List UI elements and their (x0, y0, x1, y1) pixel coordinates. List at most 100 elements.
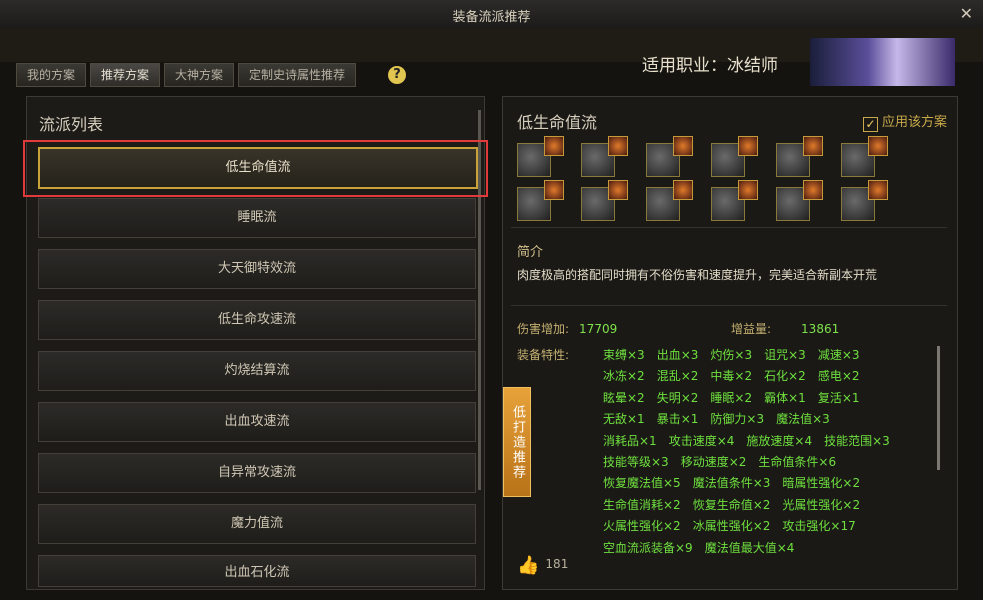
trait: 火属性强化×2 (603, 519, 681, 534)
tab-custom-epic[interactable]: 定制史诗属性推荐 (238, 63, 357, 87)
equipment-slot[interactable] (517, 136, 564, 177)
trait: 冰属性强化×2 (692, 519, 771, 534)
intro-text: 肉度极高的搭配同时拥有不俗伤害和速度提升，完美适合新副本开荒 (517, 268, 878, 282)
tab-recommended[interactable]: 推荐方案 (90, 63, 161, 87)
trait: 束缚×3 (603, 348, 645, 362)
equipment-slot[interactable] (581, 136, 628, 177)
apply-plan-toggle[interactable]: ✓ 应用该方案 (862, 111, 947, 132)
trait: 暗属性强化×2 (782, 476, 861, 491)
equipment-sub-icon (868, 180, 888, 200)
divider (511, 305, 947, 306)
trait: 生命值消耗×2 (603, 497, 681, 512)
equipment-slot[interactable] (711, 136, 758, 177)
character-portrait (810, 38, 955, 86)
build-item[interactable]: 睡眠流 (38, 198, 476, 238)
thumbs-up-icon[interactable]: 👍 (517, 555, 539, 576)
trait: 灼伤×3 (710, 348, 753, 362)
trait: 消耗品×1 (603, 433, 657, 448)
equipment-sub-icon (608, 180, 628, 200)
equipment-slot[interactable] (776, 180, 823, 221)
build-item[interactable]: 自异常攻速流 (38, 453, 476, 493)
selection-highlight (23, 140, 488, 197)
likes[interactable]: 👍 181 (517, 555, 568, 576)
trait: 失明×2 (656, 390, 699, 405)
trait: 魔法值最大值×4 (704, 540, 795, 555)
traits-row: 空血流派装备×9 魔法值最大值×4 (603, 538, 943, 559)
equipment-sub-icon (544, 180, 564, 200)
traits-row: 消耗品×1 攻击速度×4 施放速度×4 技能范围×3 (603, 431, 943, 452)
trait: 石化×2 (764, 369, 806, 384)
equipment-sub-icon (673, 180, 693, 200)
gain-label: 增益量: (731, 322, 772, 336)
equipment-sub-icon (868, 136, 888, 156)
trait: 睡眠×2 (710, 390, 753, 405)
equipment-sub-icon (544, 136, 564, 156)
trait: 诅咒×3 (764, 348, 806, 362)
build-item[interactable]: 魔力值流 (38, 504, 476, 544)
trait: 冰冻×2 (603, 369, 645, 384)
build-title: 低生命值流 (517, 113, 598, 132)
traits-row: 生命值消耗×2 恢复生命值×2 光属性强化×2 (603, 495, 943, 516)
trait: 空血流派装备×9 (603, 540, 693, 555)
traits-row: 束缚×3 出血×3 灼伤×3 诅咒×3 减速×3 (603, 345, 943, 366)
trait: 暴击×1 (656, 412, 699, 427)
window-title: 装备流派推荐 (452, 10, 531, 25)
trait: 混乱×2 (656, 369, 699, 384)
build-item[interactable]: 低生命攻速流 (38, 300, 476, 340)
equipment-slot[interactable] (776, 136, 823, 177)
gain-stat: 增益量: 13861 (731, 320, 839, 337)
trait: 攻击强化×17 (782, 519, 856, 534)
equipment-slot[interactable] (841, 180, 888, 221)
apply-plan-label: 应用该方案 (881, 115, 947, 130)
build-item[interactable]: 灼烧结算流 (38, 351, 476, 391)
job-label: 适用职业：冰结师 (642, 56, 778, 76)
intro-heading: 简介 (517, 245, 544, 260)
damage-stat: 伤害增加: 17709 (517, 320, 617, 337)
trait: 生命值条件×6 (758, 455, 837, 470)
equipment-sub-icon (803, 180, 823, 200)
trait: 技能等级×3 (603, 455, 669, 470)
traits-label: 装备特性: (517, 348, 570, 362)
traits-row: 技能等级×3 移动速度×2 生命值条件×6 (603, 452, 943, 473)
traits-scrollbar[interactable] (937, 346, 940, 470)
trait: 技能范围×3 (824, 433, 890, 448)
trait: 减速×3 (817, 348, 860, 362)
build-item[interactable]: 出血攻速流 (38, 402, 476, 442)
trait: 感电×2 (817, 369, 860, 384)
build-detail-panel: 低生命值流 ✓ 应用该方案 简介 肉度极高的搭配同时拥有不俗伤害和速度提升，完美适… (502, 96, 958, 590)
equipment-slot[interactable] (646, 136, 693, 177)
equipment-sub-icon (738, 180, 758, 200)
trait: 魔法值条件×3 (692, 476, 771, 491)
equipment-sub-icon (673, 136, 693, 156)
equipment-slot[interactable] (841, 136, 888, 177)
trait: 魔法值×3 (776, 412, 830, 427)
build-item[interactable]: 出血石化流 (38, 555, 476, 587)
trait: 出血×3 (656, 348, 699, 362)
gain-value: 13861 (801, 322, 840, 336)
trait: 复活×1 (817, 390, 860, 405)
trait: 施放速度×4 (746, 433, 813, 448)
trait: 恢复生命值×2 (692, 497, 771, 512)
trait: 无敌×1 (603, 412, 645, 427)
traits-row: 火属性强化×2 冰属性强化×2 攻击强化×17 (603, 516, 943, 537)
trait: 移动速度×2 (680, 455, 747, 470)
equipment-sub-icon (608, 136, 628, 156)
traits-row: 恢复魔法值×5 魔法值条件×3 暗属性强化×2 (603, 473, 943, 494)
equipment-slot[interactable] (581, 180, 628, 221)
equipment-slot[interactable] (711, 180, 758, 221)
traits-row: 冰冻×2 混乱×2 中毒×2 石化×2 感电×2 (603, 366, 943, 387)
help-icon[interactable]: ? (388, 66, 406, 84)
equipment-slot[interactable] (517, 180, 564, 221)
trait: 中毒×2 (710, 369, 753, 384)
trait: 光属性强化×2 (782, 497, 861, 512)
trait: 眩晕×2 (603, 390, 645, 405)
traits-list: 束缚×3 出血×3 灼伤×3 诅咒×3 减速×3 冰冻×2 混乱×2 中毒×2 石化×2 感电×… (603, 345, 943, 559)
equipment-sub-icon (738, 136, 758, 156)
checkbox-icon[interactable]: ✓ (862, 117, 878, 132)
tab-my-plans[interactable]: 我的方案 (16, 63, 87, 87)
tab-expert-plans[interactable]: 大神方案 (164, 63, 235, 87)
close-icon[interactable]: ✕ (960, 4, 973, 23)
equipment-slot[interactable] (646, 180, 693, 221)
divider (511, 227, 947, 228)
build-item[interactable]: 大天御特效流 (38, 249, 476, 289)
